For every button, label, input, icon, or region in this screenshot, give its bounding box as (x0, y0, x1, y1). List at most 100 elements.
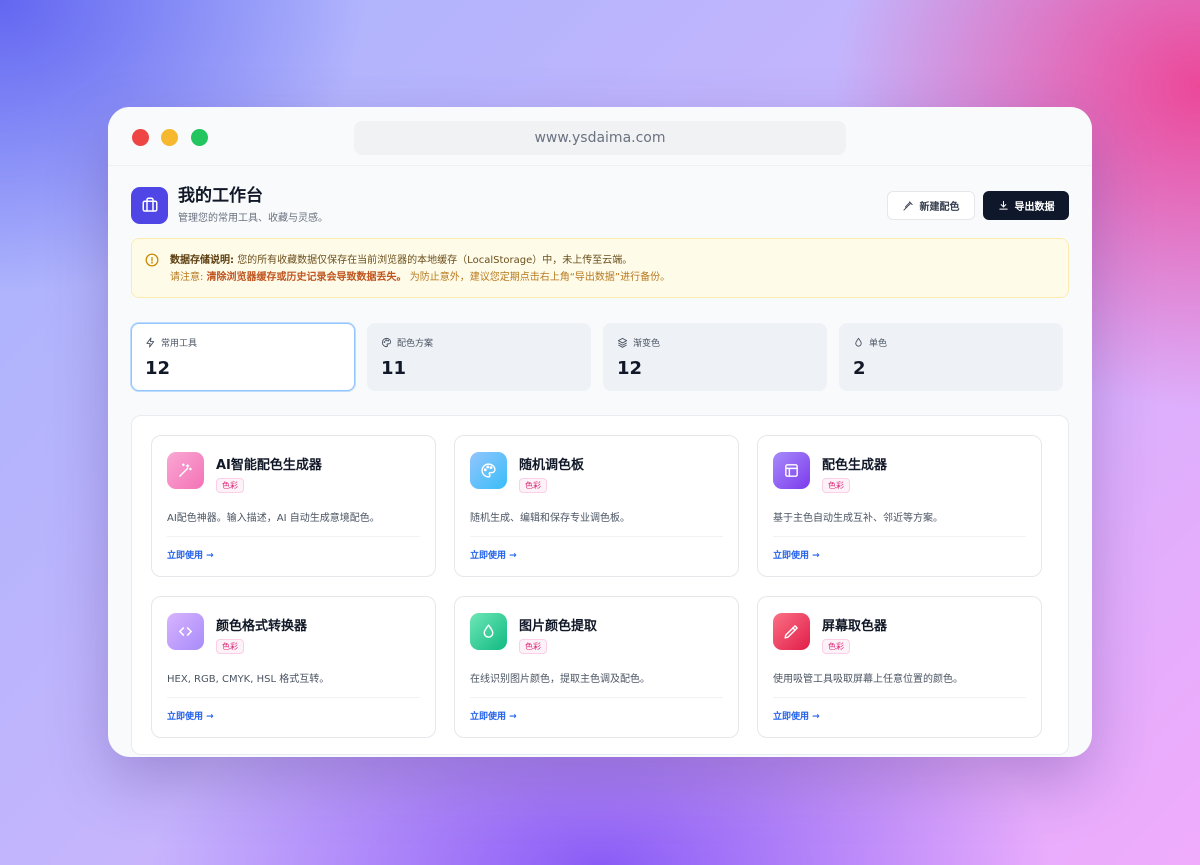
tool-title: 颜色格式转换器 (216, 619, 308, 634)
tool-title: 图片颜色提取 (519, 619, 598, 634)
card-divider (167, 536, 420, 537)
palette-icon (470, 452, 507, 489)
lightning-icon (146, 337, 155, 348)
stat-card-tools[interactable]: 常用工具 12 (131, 323, 355, 391)
tool-card-image-color-extract[interactable]: 图片颜色提取 色彩 在线识别图片颜色，提取主色调及配色。 立即使用 → (454, 596, 739, 738)
page-title: 我的工作台 (178, 186, 263, 206)
notice-line-1: 数据存储说明: 您的所有收藏数据仅保存在当前浏览器的本地缓存（LocalStor… (170, 252, 1068, 269)
tool-card-random-palette[interactable]: 随机调色板 色彩 随机生成、编辑和保存专业调色板。 立即使用 → (454, 435, 739, 577)
stat-card-gradients[interactable]: 渐变色 12 (603, 323, 827, 391)
stat-label-text: 配色方案 (397, 339, 434, 349)
tool-title: 随机调色板 (519, 458, 585, 473)
tool-card-format-converter[interactable]: 颜色格式转换器 色彩 HEX, RGB, CMYK, HSL 格式互转。 立即使… (151, 596, 436, 738)
tool-tag: 色彩 (822, 478, 850, 493)
tool-description: HEX, RGB, CMYK, HSL 格式互转。 (167, 674, 330, 685)
export-data-button[interactable]: 导出数据 (983, 190, 1069, 220)
info-icon (145, 253, 159, 267)
browser-window: www.ysdaima.com 我的工作台 管理您的常用工具、收藏与灵感。 新建… (108, 107, 1092, 757)
tool-use-link[interactable]: 立即使用 → (773, 548, 820, 561)
tool-title: AI智能配色生成器 (216, 458, 322, 473)
header-title-group: 我的工作台 管理您的常用工具、收藏与灵感。 (131, 186, 328, 224)
eyedropper-icon (773, 613, 810, 650)
notice-heading: 数据存储说明: (170, 255, 234, 266)
pipette-icon (902, 200, 913, 211)
tool-description: 在线识别图片颜色，提取主色调及配色。 (470, 674, 650, 685)
stat-card-solid[interactable]: 单色 2 (839, 323, 1063, 391)
page-header: 我的工作台 管理您的常用工具、收藏与灵感。 新建配色 导出数据 (131, 186, 1069, 224)
arrow-right-icon: → (206, 551, 214, 561)
browser-titlebar: www.ysdaima.com (108, 107, 1092, 166)
stat-label: 常用工具 (145, 336, 341, 349)
layers-icon (617, 337, 628, 348)
maximize-window-button[interactable] (191, 129, 208, 146)
tool-use-link[interactable]: 立即使用 → (470, 709, 517, 722)
tool-tag: 色彩 (822, 639, 850, 654)
arrow-right-icon: → (812, 551, 820, 561)
stat-label: 配色方案 (381, 336, 577, 349)
stat-label-text: 常用工具 (161, 339, 198, 349)
new-palette-label: 新建配色 (919, 201, 960, 213)
stat-label: 渐变色 (617, 336, 813, 349)
title-block: 我的工作台 管理您的常用工具、收藏与灵感。 (178, 186, 328, 224)
close-window-button[interactable] (132, 129, 149, 146)
tool-description: 随机生成、编辑和保存专业调色板。 (470, 513, 630, 524)
card-divider (773, 536, 1026, 537)
stat-value: 11 (381, 358, 407, 379)
tool-title: 屏幕取色器 (822, 619, 888, 634)
stat-value: 2 (853, 358, 866, 379)
briefcase-icon (131, 186, 168, 224)
card-divider (773, 697, 1026, 698)
tool-card-screen-picker[interactable]: 屏幕取色器 色彩 使用吸管工具吸取屏幕上任意位置的颜色。 立即使用 → (757, 596, 1042, 738)
layout-icon (773, 452, 810, 489)
stat-label: 单色 (853, 336, 1049, 349)
tools-panel: AI智能配色生成器 色彩 AI配色神器。输入描述，AI 自动生成意境配色。 立即… (131, 415, 1069, 755)
header-actions: 新建配色 导出数据 (887, 190, 1069, 220)
tool-tag: 色彩 (216, 639, 244, 654)
stat-card-palettes[interactable]: 配色方案 11 (367, 323, 591, 391)
tool-description: 基于主色自动生成互补、邻近等方案。 (773, 513, 943, 524)
notice-line-2: 请注意: 清除浏览器缓存或历史记录会导致数据丢失。 为防止意外，建议您定期点击右… (170, 269, 1068, 286)
new-palette-button[interactable]: 新建配色 (887, 190, 975, 220)
storage-notice: 数据存储说明: 您的所有收藏数据仅保存在当前浏览器的本地缓存（LocalStor… (131, 238, 1069, 298)
stat-label-text: 渐变色 (633, 339, 661, 349)
card-divider (470, 536, 723, 537)
export-data-label: 导出数据 (1014, 201, 1055, 213)
tool-description: 使用吸管工具吸取屏幕上任意位置的颜色。 (773, 674, 963, 685)
notice-warning: 清除浏览器缓存或历史记录会导致数据丢失。 (206, 272, 407, 283)
card-divider (167, 697, 420, 698)
arrow-right-icon: → (509, 551, 517, 561)
minimize-window-button[interactable] (161, 129, 178, 146)
tool-use-link[interactable]: 立即使用 → (470, 548, 517, 561)
tool-card-palette-generator[interactable]: 配色生成器 色彩 基于主色自动生成互补、邻近等方案。 立即使用 → (757, 435, 1042, 577)
address-bar[interactable]: www.ysdaima.com (354, 121, 846, 155)
arrow-right-icon: → (509, 712, 517, 722)
notice-text-1: 您的所有收藏数据仅保存在当前浏览器的本地缓存（LocalStorage）中，未上… (237, 255, 633, 266)
notice-prefix: 请注意: (170, 272, 204, 283)
arrow-right-icon: → (206, 712, 214, 722)
tool-card-ai-palette[interactable]: AI智能配色生成器 色彩 AI配色神器。输入描述，AI 自动生成意境配色。 立即… (151, 435, 436, 577)
notice-text-2: 为防止意外，建议您定期点击右上角“导出数据”进行备份。 (409, 272, 671, 283)
arrow-right-icon: → (812, 712, 820, 722)
tool-description: AI配色神器。输入描述，AI 自动生成意境配色。 (167, 513, 380, 524)
droplet-icon (470, 613, 507, 650)
tools-grid: AI智能配色生成器 色彩 AI配色神器。输入描述，AI 自动生成意境配色。 立即… (151, 435, 1049, 738)
stat-label-text: 单色 (869, 339, 888, 349)
tool-use-link[interactable]: 立即使用 → (167, 548, 214, 561)
tool-tag: 色彩 (519, 639, 547, 654)
code-icon (167, 613, 204, 650)
page-subtitle: 管理您的常用工具、收藏与灵感。 (178, 213, 328, 224)
palette-icon (381, 337, 392, 348)
tool-tag: 色彩 (216, 478, 244, 493)
magic-wand-icon (167, 452, 204, 489)
card-divider (470, 697, 723, 698)
tool-tag: 色彩 (519, 478, 547, 493)
droplet-icon (855, 337, 862, 347)
tool-use-link[interactable]: 立即使用 → (167, 709, 214, 722)
url-text: www.ysdaima.com (534, 130, 666, 146)
stat-value: 12 (145, 358, 171, 379)
tool-title: 配色生成器 (822, 458, 888, 473)
stat-value: 12 (617, 358, 643, 379)
page-content: 我的工作台 管理您的常用工具、收藏与灵感。 新建配色 导出数据 数据存储说明: … (108, 166, 1092, 755)
tool-use-link[interactable]: 立即使用 → (773, 709, 820, 722)
stats-row: 常用工具 12 配色方案 11 渐变色 12 单色 2 (131, 323, 1069, 391)
